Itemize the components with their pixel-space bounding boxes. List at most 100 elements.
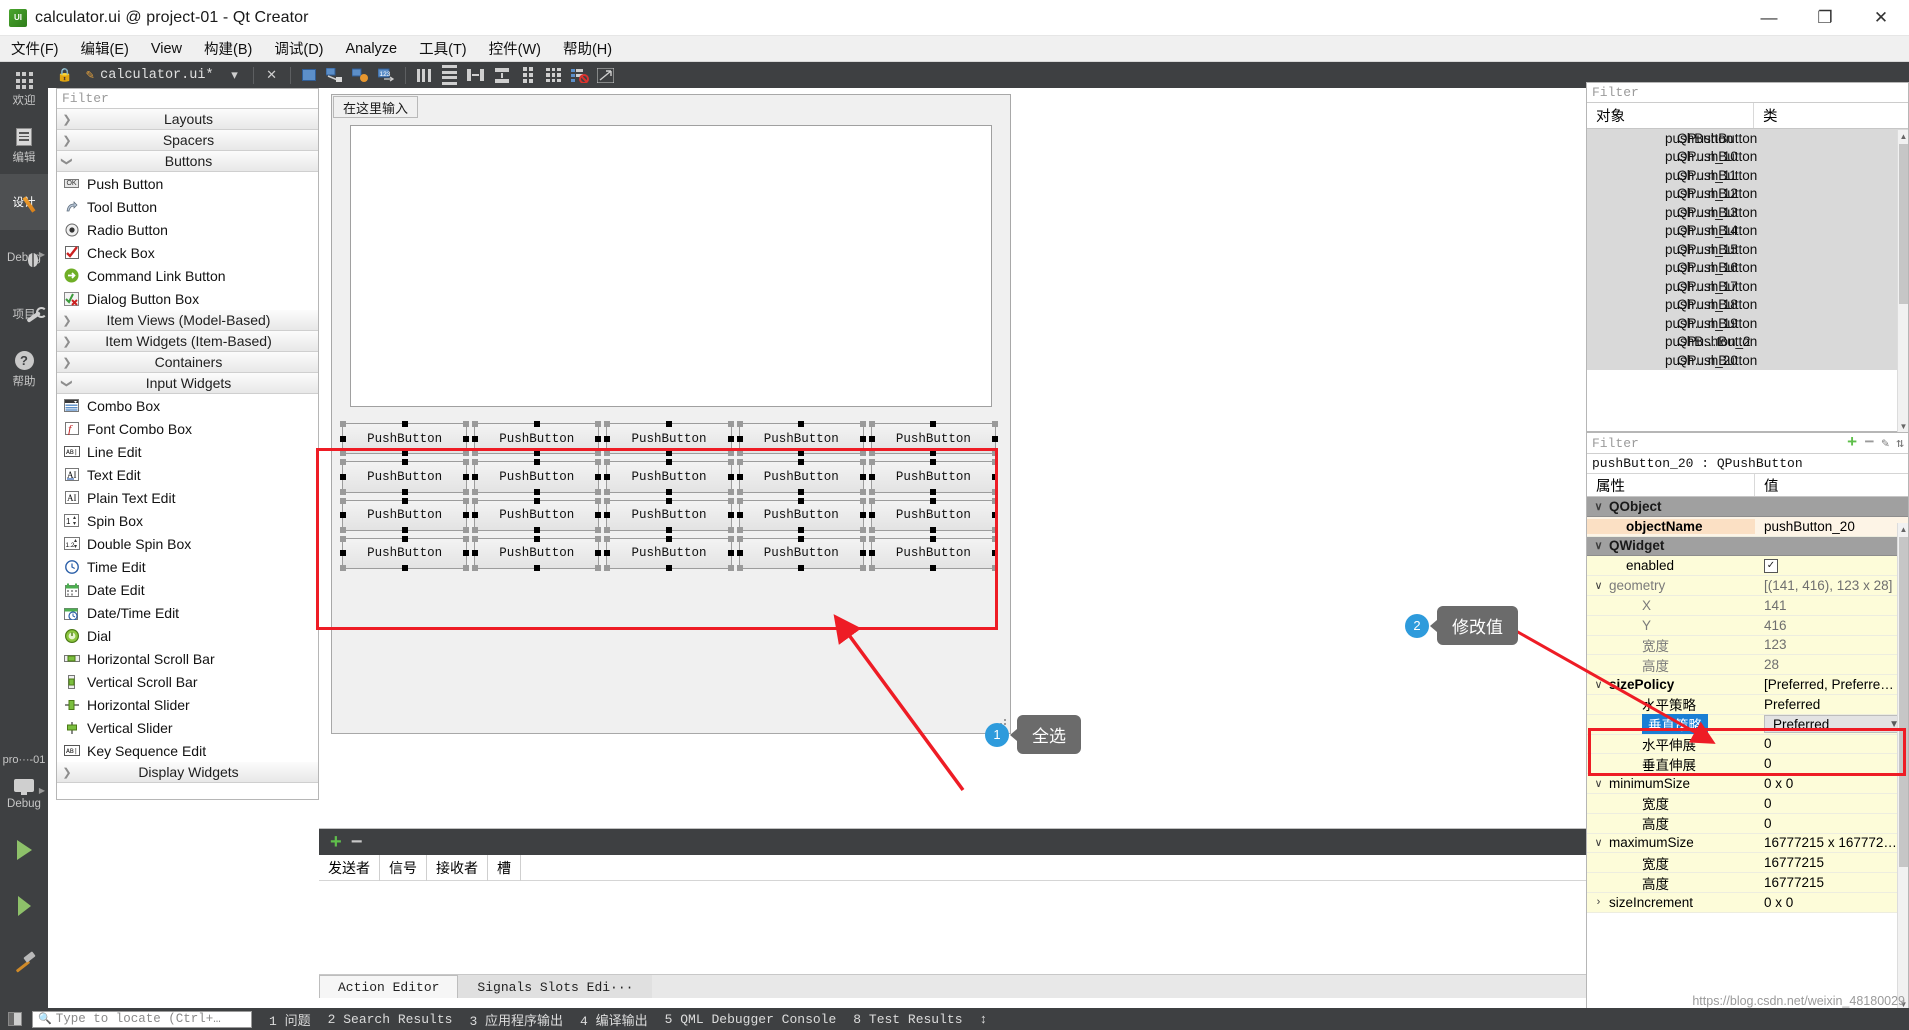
maximize-button[interactable]: ❐: [1797, 0, 1853, 36]
layout-splitter-h-icon[interactable]: [465, 64, 487, 86]
property-value-cell[interactable]: ✓: [1755, 558, 1908, 573]
chevron-down-icon[interactable]: ∨: [1591, 500, 1606, 513]
property-value-cell[interactable]: Preferred ▼: [1755, 715, 1908, 734]
form-push-button-r3-c0[interactable]: PushButton: [340, 535, 470, 571]
output-pane-button-3[interactable]: 4 编译输出: [580, 1010, 648, 1029]
signal-slot-column-0[interactable]: 发送者: [319, 854, 380, 881]
button-grid-wrapper[interactable]: PushButton PushButton PushButton PushButton…: [339, 420, 999, 572]
layout-horizontally-icon[interactable]: [413, 64, 435, 86]
edit-tab-order-icon[interactable]: 123: [376, 64, 398, 86]
edit-buddies-icon[interactable]: [350, 64, 372, 86]
widget-item-time-edit[interactable]: Time Edit: [57, 555, 318, 578]
widget-item-date-time-edit[interactable]: Date/Time Edit: [57, 601, 318, 624]
object-inspector-row[interactable]: push…n_12 QPushButton: [1587, 184, 1908, 203]
property-row-sizeIncrement[interactable]: › sizeIncrement 0 x 0: [1587, 892, 1908, 913]
property-row-高度[interactable]: 高度 28: [1587, 655, 1908, 676]
object-inspector-row[interactable]: push…n_11 QPushButton: [1587, 166, 1908, 185]
button-grid[interactable]: PushButton PushButton PushButton PushButton…: [339, 420, 999, 572]
widget-item-radio-button[interactable]: Radio Button: [57, 218, 318, 241]
property-editor-scrollbar[interactable]: ▲ ▼: [1897, 523, 1908, 1011]
property-row-X[interactable]: X 141: [1587, 595, 1908, 616]
widget-box-list[interactable]: ❯ Layouts ❯ Spacers ❯ Buttons OK Push Button Too…: [57, 109, 318, 799]
form-menu-placeholder[interactable]: 在这里输入: [333, 96, 419, 118]
close-x-icon[interactable]: ✕: [261, 64, 283, 86]
run-button[interactable]: [0, 822, 48, 878]
form-push-button-r1-c2[interactable]: PushButton: [604, 459, 734, 495]
property-row-垂直伸展[interactable]: 垂直伸展 0: [1587, 754, 1908, 775]
property-value-cell[interactable]: 141: [1755, 598, 1908, 613]
sidebar-toggle-icon[interactable]: [8, 1012, 22, 1026]
form-window[interactable]: 在这里输入 PushButton PushButton PushButton Push…: [331, 94, 1011, 734]
adjust-size-icon[interactable]: [595, 64, 617, 86]
object-inspector-row[interactable]: push…n_14 QPushButton: [1587, 221, 1908, 240]
object-inspector-row[interactable]: push…n_16 QPushButton: [1587, 258, 1908, 277]
property-row-Y[interactable]: Y 416: [1587, 615, 1908, 636]
activity-item-帮助[interactable]: ? 帮助: [0, 342, 48, 398]
form-editor-canvas[interactable]: 在这里输入 PushButton PushButton PushButton Push…: [319, 88, 1586, 828]
widget-item-command-link-button[interactable]: Command Link Button: [57, 264, 318, 287]
property-value-cell[interactable]: 0 x 0: [1755, 895, 1908, 910]
menu-item-0[interactable]: 文件(F): [0, 35, 70, 62]
lock-icon[interactable]: 🔒: [54, 64, 76, 86]
activity-item-欢迎[interactable]: 欢迎: [0, 62, 48, 118]
property-value-cell[interactable]: 0: [1755, 736, 1908, 751]
property-row-宽度[interactable]: 宽度 0: [1587, 793, 1908, 814]
signal-slot-column-2[interactable]: 接收者: [427, 854, 488, 881]
output-pane-button-2[interactable]: 3 应用程序输出: [469, 1010, 563, 1029]
form-push-button-r2-c0[interactable]: PushButton: [340, 497, 470, 533]
property-row-高度[interactable]: 高度 0: [1587, 813, 1908, 834]
widget-item-font-combo-box[interactable]: f Font Combo Box: [57, 417, 318, 440]
plus-icon[interactable]: +: [330, 832, 342, 852]
debug-button[interactable]: [0, 878, 48, 934]
form-push-button-r1-c0[interactable]: PushButton: [340, 459, 470, 495]
kit-selector-button[interactable]: Debug ▶: [0, 766, 48, 822]
widget-item-key-sequence-edit[interactable]: AB| Key Sequence Edit: [57, 739, 318, 762]
object-inspector-scrollbar[interactable]: ▲ ▼: [1897, 130, 1908, 433]
edit-signals-slots-icon[interactable]: [324, 64, 346, 86]
property-value-cell[interactable]: 16777215 x 167772…: [1755, 835, 1908, 850]
form-push-button-r3-c3[interactable]: PushButton: [736, 535, 866, 571]
property-row-objectName[interactable]: objectName pushButton_20: [1587, 516, 1908, 537]
form-push-button-r2-c4[interactable]: PushButton: [868, 497, 998, 533]
object-inspector-filter-input[interactable]: Filter: [1587, 83, 1908, 103]
widget-category-item-widgets-item-based[interactable]: ❯ Item Widgets (Item-Based): [57, 331, 318, 352]
output-pane-button-4[interactable]: 5 QML Debugger Console: [665, 1012, 837, 1027]
property-value-cell[interactable]: 28: [1755, 657, 1908, 672]
menu-item-2[interactable]: View: [140, 38, 193, 60]
widget-item-spin-box[interactable]: 1 Spin Box: [57, 509, 318, 532]
activity-item-编辑[interactable]: 编辑: [0, 118, 48, 174]
widget-item-plain-text-edit[interactable]: AI Plain Text Edit: [57, 486, 318, 509]
chevron-down-icon[interactable]: ∨: [1591, 579, 1606, 592]
sort-icon[interactable]: ⇅: [1896, 436, 1904, 451]
locator-input[interactable]: 🔍 Type to locate (Ctrl+…: [32, 1010, 252, 1028]
object-inspector-row[interactable]: push…n_17 QPushButton: [1587, 277, 1908, 296]
object-inspector-row[interactable]: push…n_13 QPushButton: [1587, 203, 1908, 222]
output-pane-button-1[interactable]: 2 Search Results: [328, 1012, 453, 1027]
configure-icon[interactable]: ✎: [1881, 436, 1889, 451]
widget-item-tool-button[interactable]: Tool Button: [57, 195, 318, 218]
form-push-button-r0-c2[interactable]: PushButton: [604, 421, 734, 457]
menu-item-6[interactable]: 工具(T): [408, 35, 478, 62]
object-inspector-row[interactable]: pushB…ton_2 QPushButton: [1587, 332, 1908, 351]
widget-item-dial[interactable]: Dial: [57, 624, 318, 647]
property-value-cell[interactable]: [(141, 416), 123 x 28]: [1755, 578, 1908, 593]
form-push-button-r3-c4[interactable]: PushButton: [868, 535, 998, 571]
property-row-maximumSize[interactable]: ∨ maximumSize 16777215 x 167772…: [1587, 833, 1908, 854]
minus-icon[interactable]: −: [351, 832, 363, 852]
widget-item-vertical-scroll-bar[interactable]: Vertical Scroll Bar: [57, 670, 318, 693]
widget-category-spacers[interactable]: ❯ Spacers: [57, 130, 318, 151]
property-row-minimumSize[interactable]: ∨ minimumSize 0 x 0: [1587, 774, 1908, 794]
widget-item-dialog-button-box[interactable]: Dialog Button Box: [57, 287, 318, 310]
property-value-cell[interactable]: 0: [1755, 816, 1908, 831]
scroll-up-arrow[interactable]: ▲: [1898, 130, 1909, 143]
signal-slot-column-1[interactable]: 信号: [380, 854, 427, 881]
property-row-宽度[interactable]: 宽度 16777215: [1587, 853, 1908, 874]
form-push-button-r2-c3[interactable]: PushButton: [736, 497, 866, 533]
widget-item-text-edit[interactable]: AI Text Edit: [57, 463, 318, 486]
activity-item-项目[interactable]: 项目: [0, 286, 48, 342]
form-push-button-r0-c3[interactable]: PushButton: [736, 421, 866, 457]
widget-category-containers[interactable]: ❯ Containers: [57, 352, 318, 373]
menu-item-8[interactable]: 帮助(H): [552, 35, 623, 62]
widget-item-vertical-slider[interactable]: Vertical Slider: [57, 716, 318, 739]
form-display-widget[interactable]: [350, 125, 992, 407]
